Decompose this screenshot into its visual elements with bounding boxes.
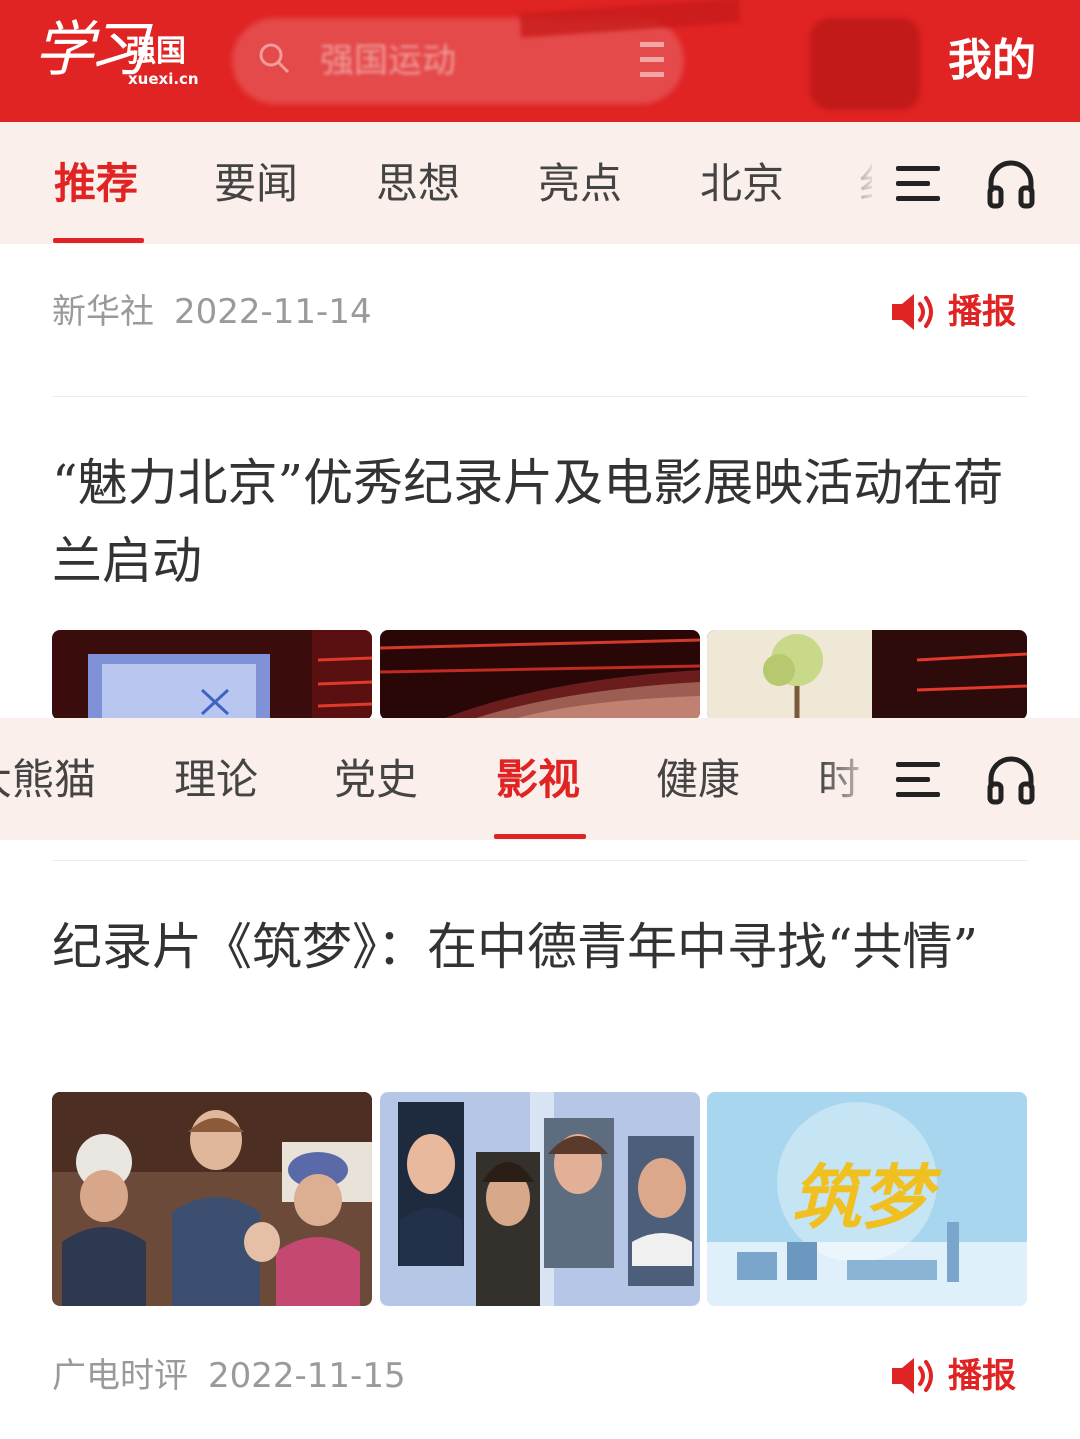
app-header: 学习 强国 xuexi.cn 强国运动 我的 (0, 0, 1080, 122)
article-date: 2022-11-15 (208, 1356, 406, 1396)
menu-icon[interactable] (896, 164, 940, 204)
article-title[interactable]: 纪录片《筑梦》：在中德青年中寻找“共情” (52, 908, 1028, 986)
tab-highlights[interactable]: 亮点 (538, 156, 622, 212)
tab-film[interactable]: 影视 (496, 752, 580, 808)
search-placeholder[interactable]: 强国运动 (320, 38, 456, 84)
menu-icon[interactable] (896, 760, 940, 800)
divider (52, 860, 1028, 861)
channel-tab-bar: 推荐 要闻 思想 亮点 北京 纟 (0, 122, 1080, 244)
speaker-icon[interactable] (890, 1354, 936, 1398)
tab-theory[interactable]: 理论 (174, 752, 258, 808)
tab-recommend[interactable]: 推荐 (54, 156, 138, 212)
tab-fade (820, 122, 880, 244)
logo-domain: xuexi.cn (128, 70, 199, 88)
channel-tab-bar: 大熊猫 理论 党史 影视 健康 时 (0, 718, 1080, 840)
tab-beijing[interactable]: 北京 (700, 156, 784, 212)
headphone-icon[interactable] (986, 754, 1036, 806)
broadcast-button[interactable]: 播报 (948, 290, 1016, 334)
article-source: 广电时评 (52, 1356, 188, 1396)
scan-icon (640, 42, 664, 77)
mine-button[interactable]: 我的 (948, 34, 1036, 88)
tab-news[interactable]: 要闻 (214, 156, 298, 212)
tab-health[interactable]: 健康 (656, 752, 740, 808)
speaker-icon[interactable] (890, 290, 936, 334)
search-icon (259, 43, 290, 74)
logo-name: 强国 (126, 34, 186, 69)
thumbnail-calligraphy: 筑梦 (791, 1156, 942, 1239)
article-date: 2022-11-14 (174, 292, 372, 332)
tab-fade (820, 718, 880, 840)
headphone-icon[interactable] (986, 158, 1036, 210)
article-thumbnail[interactable]: 筑梦 (707, 1092, 1027, 1306)
article-title[interactable]: “魅力北京”优秀纪录片及电影展映活动在荷兰启动 (52, 444, 1028, 600)
article-thumbnail[interactable] (52, 1092, 372, 1306)
article-thumbnail[interactable] (380, 1092, 700, 1306)
article-source: 新华社 (52, 292, 154, 332)
article-thumbnail[interactable] (380, 630, 700, 720)
article-thumbnail[interactable] (52, 630, 372, 720)
redaction-scribble (810, 18, 920, 110)
article-thumbnail[interactable] (707, 630, 1027, 720)
active-tab-indicator (53, 238, 144, 243)
divider (52, 396, 1028, 397)
broadcast-button[interactable]: 播报 (948, 1354, 1016, 1398)
active-tab-indicator (494, 834, 586, 839)
tab-thought[interactable]: 思想 (376, 156, 460, 212)
tab-panda[interactable]: 大熊猫 (0, 752, 96, 808)
tab-party-history[interactable]: 党史 (334, 752, 418, 808)
